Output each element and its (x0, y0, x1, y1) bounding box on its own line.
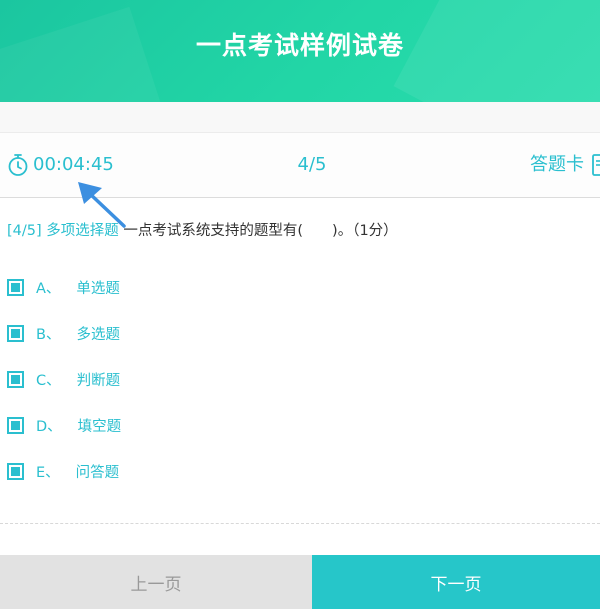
option-letter: C、 (36, 372, 61, 389)
option-letter: B、 (36, 326, 61, 343)
page-title: 一点考试样例试卷 (195, 31, 404, 60)
option-text: 填空题 (77, 418, 122, 435)
checked-checkbox-icon[interactable] (7, 416, 24, 434)
checked-checkbox-icon[interactable] (7, 462, 24, 480)
next-page-button[interactable]: 下一页 (312, 555, 600, 609)
checked-checkbox-icon[interactable] (7, 324, 24, 342)
annotation-arrow-icon (78, 182, 126, 228)
option-text: 单选题 (76, 280, 120, 297)
question-text: 一点考试系统支持的题型有( )。（1分） (123, 223, 398, 239)
option-d[interactable]: D、 填空题 (7, 414, 121, 436)
option-b[interactable]: B、 多选题 (7, 322, 120, 344)
option-letter: A、 (36, 280, 61, 297)
question-index: [4/5] (7, 223, 42, 239)
checked-checkbox-icon[interactable] (7, 278, 24, 296)
option-text: 多选题 (76, 326, 120, 343)
checked-checkbox-icon[interactable] (7, 370, 24, 388)
header-spacer (0, 102, 600, 133)
option-text: 问答题 (75, 464, 120, 481)
divider (0, 523, 600, 524)
option-e[interactable]: E、 问答题 (7, 460, 119, 482)
answer-card-icon (592, 154, 600, 176)
answer-card-button[interactable]: 答题卡 (530, 153, 600, 177)
option-c[interactable]: C、 判断题 (7, 368, 120, 390)
option-a[interactable]: A、 单选题 (7, 276, 120, 298)
question-progress: 4/5 (297, 154, 327, 175)
option-text: 判断题 (76, 372, 121, 389)
answer-card-label: 答题卡 (530, 154, 584, 175)
option-letter: D、 (36, 418, 62, 435)
option-letter: E、 (36, 464, 60, 481)
header: 一点考试样例试卷 (0, 0, 600, 102)
prev-page-button[interactable]: 上一页 (0, 555, 312, 609)
